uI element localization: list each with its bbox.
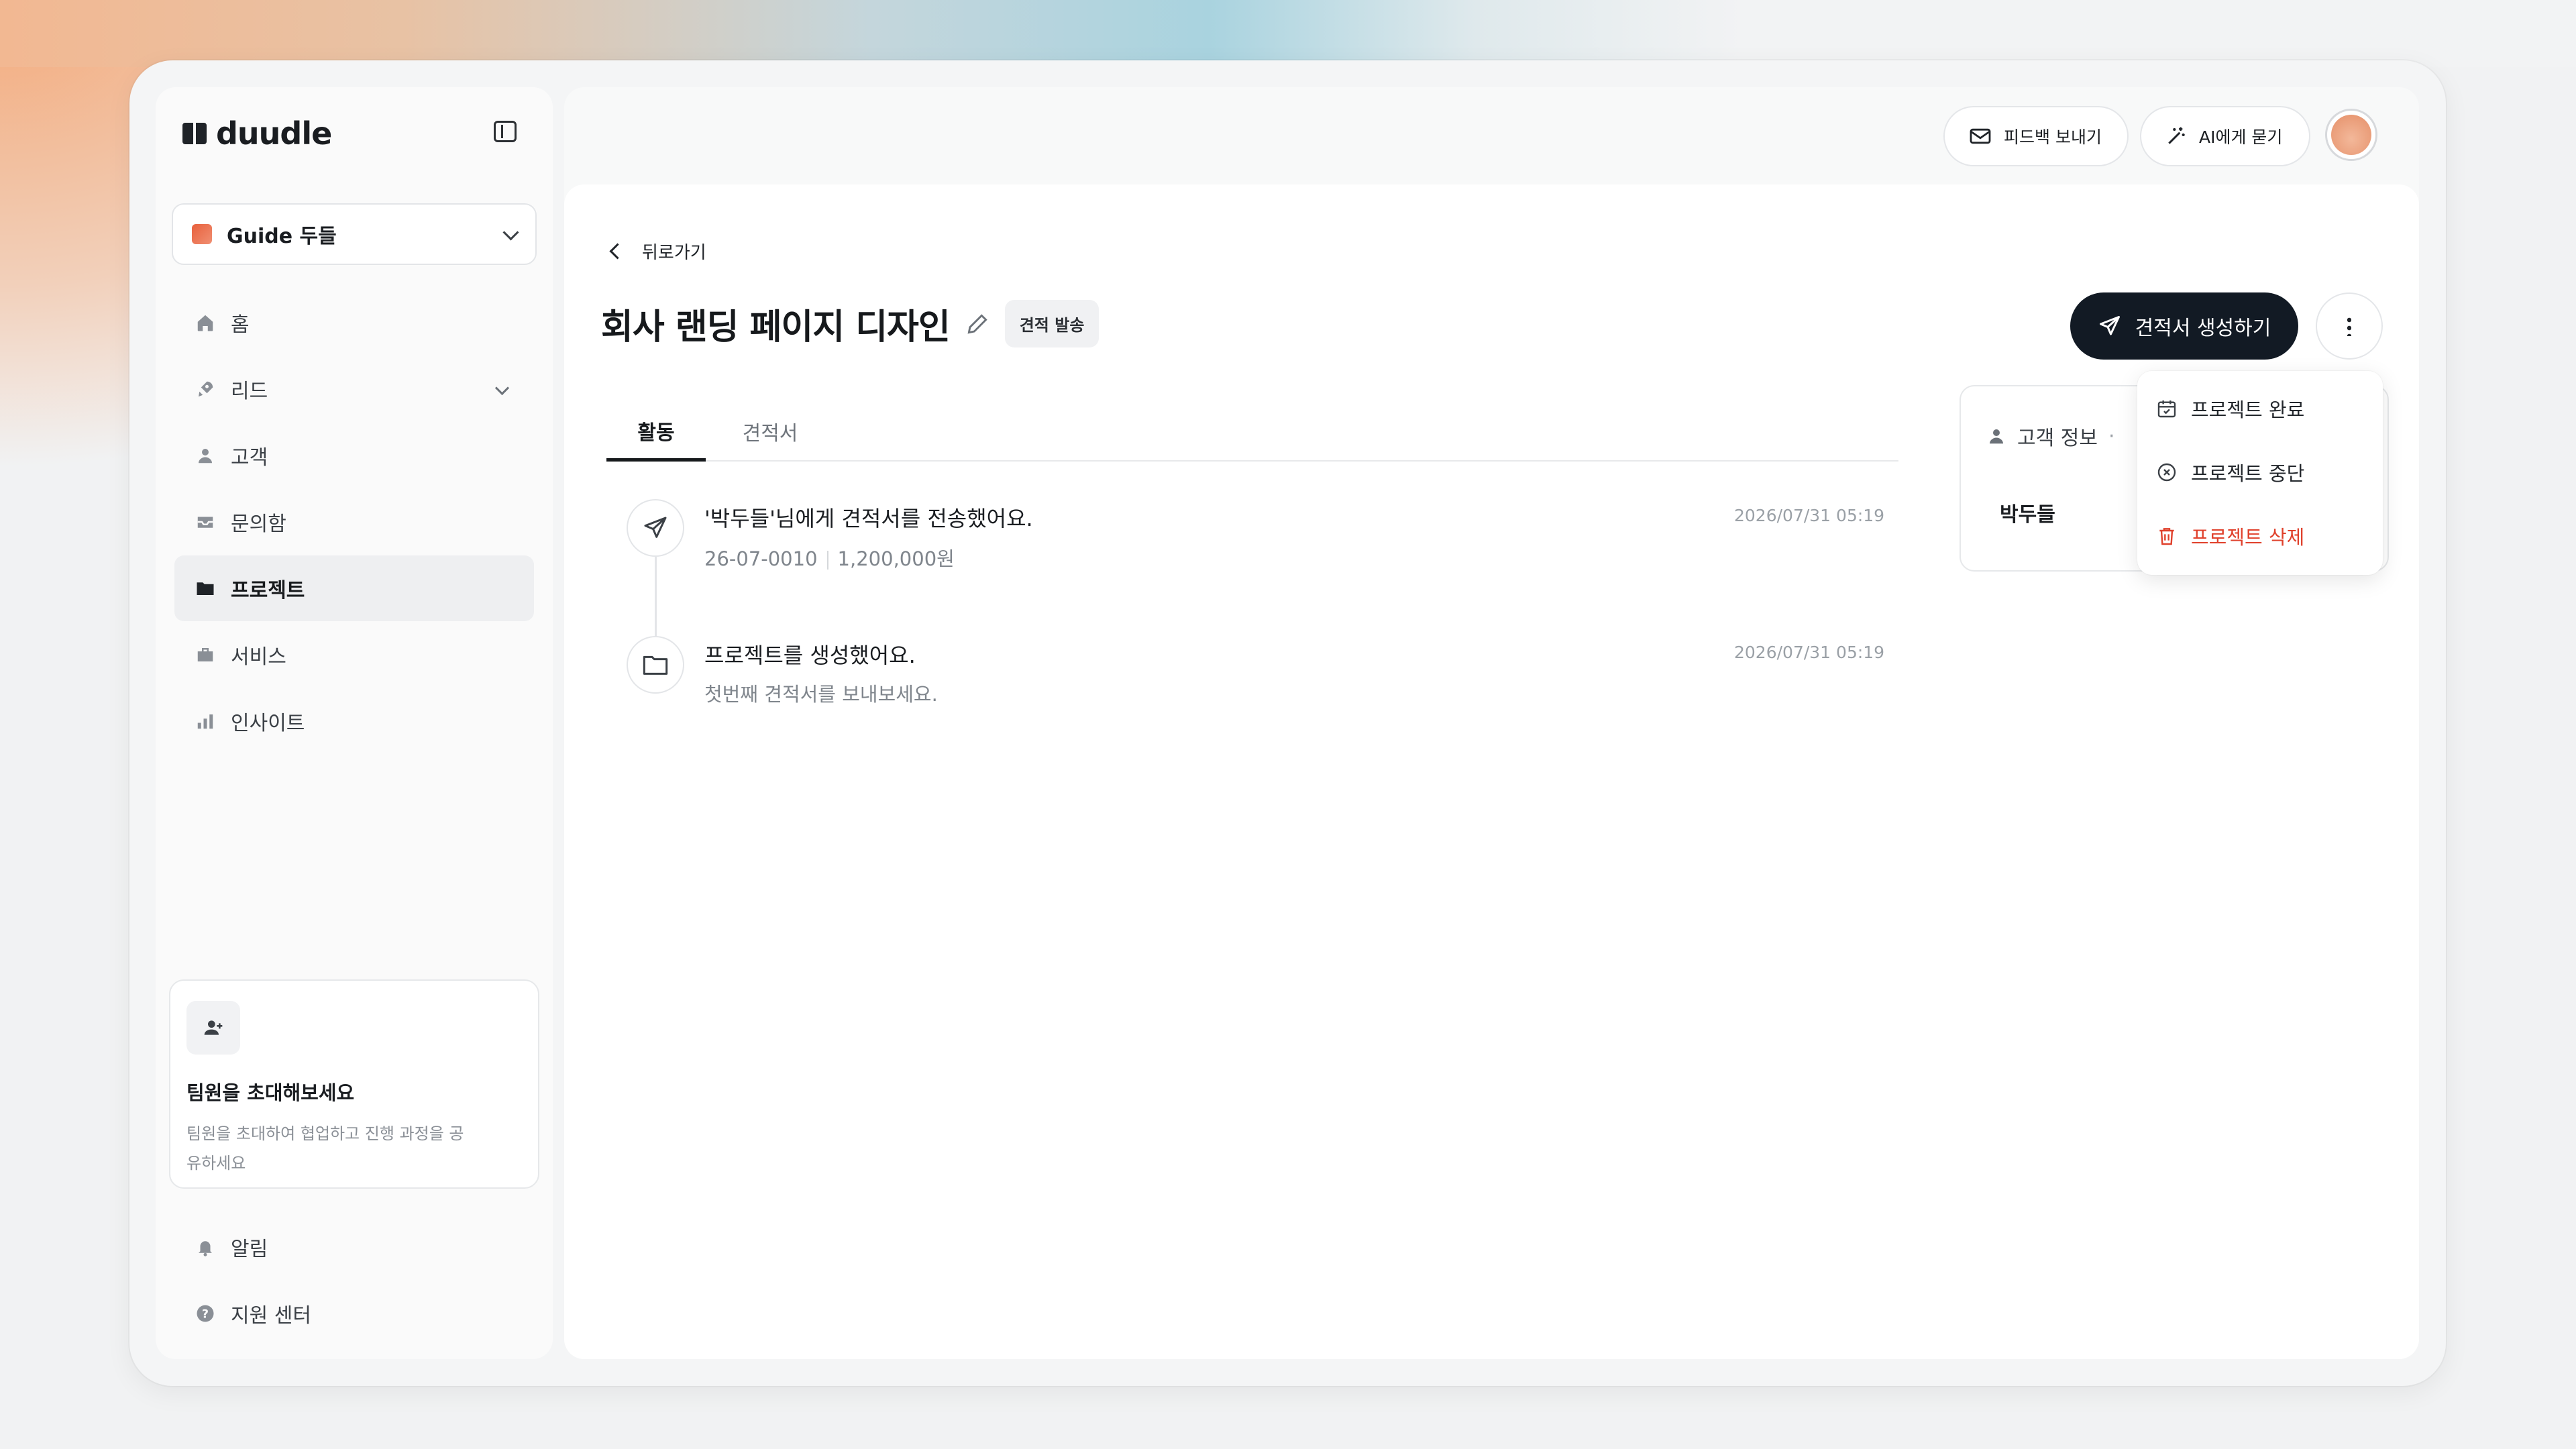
page-title: 회사 랜딩 페이지 디자인 xyxy=(601,307,951,347)
back-link[interactable]: 뒤로가기 xyxy=(609,239,706,264)
menu-item-label: 프로젝트 완료 xyxy=(2191,398,2305,421)
more-vertical-icon xyxy=(2347,316,2351,336)
send-icon xyxy=(2099,316,2120,335)
activity-title: 프로젝트를 생성했어요. xyxy=(704,643,916,668)
ask-ai-button[interactable]: AI에게 묻기 xyxy=(2140,106,2310,166)
back-label: 뒤로가기 xyxy=(642,243,706,263)
feedback-label: 피드백 보내기 xyxy=(2004,127,2102,147)
project-title-row: 회사 랜딩 페이지 디자인 견적 발송 xyxy=(601,299,1099,349)
magic-wand-icon xyxy=(2168,127,2185,144)
menu-item-complete-project[interactable]: 프로젝트 완료 xyxy=(2156,388,2304,429)
project-options-menu: 프로젝트 완료 프로젝트 중단 프로젝트 삭제 xyxy=(2137,371,2383,575)
invite-description: 팀원을 초대하여 협업하고 진행 과정을 공유하세요 xyxy=(186,1124,464,1173)
sidebar-item-leads[interactable]: 리드 xyxy=(174,356,534,422)
folder-icon xyxy=(627,636,684,694)
status-badge: 견적 발송 xyxy=(1004,300,1099,347)
circle-x-icon xyxy=(2157,463,2176,482)
sidebar-item-insights[interactable]: 인사이트 xyxy=(174,688,534,754)
sidebar-item-label: 고객 xyxy=(231,446,268,470)
logo-mark-icon xyxy=(182,123,207,144)
customer-name[interactable]: 박두들 xyxy=(2000,498,2055,527)
invite-title: 팀원을 초대해보세요 xyxy=(186,1081,355,1104)
user-icon xyxy=(195,445,216,466)
feedback-button[interactable]: 피드백 보내기 xyxy=(1943,106,2129,166)
menu-item-delete-project[interactable]: 프로젝트 삭제 xyxy=(2156,516,2304,556)
trash-icon xyxy=(2159,528,2174,545)
activity-subtitle: 첫번째 견적서를 보내보세요. xyxy=(704,683,938,706)
sidebar-item-label: 인사이트 xyxy=(231,712,305,735)
sidebar-toggle-icon[interactable] xyxy=(494,121,517,142)
rocket-icon xyxy=(195,378,216,400)
sidebar-item-notifications[interactable]: 알림 xyxy=(174,1214,534,1280)
menu-item-label: 프로젝트 삭제 xyxy=(2191,526,2305,549)
invite-card[interactable]: 팀원을 초대해보세요 팀원을 초대하여 협업하고 진행 과정을 공유하세요 xyxy=(169,979,539,1189)
quote-number: 26-07-0010 xyxy=(704,547,818,570)
separator xyxy=(826,551,828,570)
folder-icon xyxy=(195,578,216,599)
logo-text: duudle xyxy=(216,115,332,152)
tab-bar: 활동 견적서 xyxy=(606,402,1898,462)
activity-subtitle: 26-07-0010 1,200,000원 xyxy=(704,543,955,572)
workspace-icon xyxy=(192,224,212,244)
add-user-icon xyxy=(186,1001,240,1055)
send-icon xyxy=(627,499,684,557)
chart-bar-icon xyxy=(195,710,216,732)
tab-activity[interactable]: 활동 xyxy=(606,402,706,462)
menu-item-label: 프로젝트 중단 xyxy=(2191,462,2305,485)
tab-quotes[interactable]: 견적서 xyxy=(720,402,820,460)
calendar-check-icon xyxy=(2157,400,2176,418)
activity-title: '박두들'님에게 견적서를 전송했어요. xyxy=(704,506,1033,531)
separator: · xyxy=(2108,424,2115,448)
inbox-icon xyxy=(195,511,216,533)
help-icon: ? xyxy=(195,1303,216,1324)
quote-amount: 1,200,000원 xyxy=(837,547,955,570)
chevron-left-icon xyxy=(609,243,626,260)
user-avatar[interactable] xyxy=(2325,109,2377,161)
sidebar-item-label: 홈 xyxy=(231,313,250,337)
svg-text:?: ? xyxy=(202,1307,209,1321)
briefcase-icon xyxy=(195,644,216,665)
chevron-down-icon xyxy=(502,223,519,241)
customer-info-label: 고객 정보 xyxy=(2017,427,2098,450)
menu-item-stop-project[interactable]: 프로젝트 중단 xyxy=(2156,452,2304,492)
content-panel xyxy=(564,184,2419,1359)
edit-pencil-icon[interactable] xyxy=(965,311,990,337)
sidebar-item-label: 리드 xyxy=(231,380,268,403)
customer-info-header: 고객 정보 · xyxy=(1986,421,2114,451)
bell-icon xyxy=(195,1236,216,1258)
activity-date: 2026/07/31 05:19 xyxy=(1734,643,1885,662)
sidebar-item-customers[interactable]: 고객 xyxy=(174,423,534,488)
sidebar-item-label: 문의함 xyxy=(231,513,286,536)
sidebar-item-label: 서비스 xyxy=(231,645,286,669)
sidebar-item-label: 프로젝트 xyxy=(231,579,305,602)
sidebar-item-label: 지원 센터 xyxy=(231,1304,311,1328)
app-logo[interactable]: duudle xyxy=(181,115,332,152)
user-icon xyxy=(1990,429,2003,444)
activity-date: 2026/07/31 05:19 xyxy=(1734,506,1885,525)
create-quote-label: 견적서 생성하기 xyxy=(2135,317,2271,340)
ask-ai-label: AI에게 묻기 xyxy=(2199,127,2283,147)
sidebar-item-label: 알림 xyxy=(231,1238,268,1261)
sidebar-item-help-center[interactable]: ? 지원 센터 xyxy=(174,1281,534,1346)
create-quote-button[interactable]: 견적서 생성하기 xyxy=(2070,292,2298,360)
sidebar-item-home[interactable]: 홈 xyxy=(174,290,534,356)
workspace-label: Guide 두들 xyxy=(227,225,337,248)
avatar-image xyxy=(2331,115,2371,155)
sidebar-item-projects[interactable]: 프로젝트 xyxy=(174,555,534,621)
more-options-button[interactable] xyxy=(2316,292,2383,360)
sidebar-item-services[interactable]: 서비스 xyxy=(174,622,534,688)
workspace-select[interactable]: Guide 두들 xyxy=(172,203,537,265)
sidebar-item-inbox[interactable]: 문의함 xyxy=(174,489,534,555)
mail-icon xyxy=(1970,128,1991,144)
chevron-down-icon xyxy=(494,380,510,396)
background-top-gradient xyxy=(0,0,2576,67)
home-icon xyxy=(195,312,216,333)
